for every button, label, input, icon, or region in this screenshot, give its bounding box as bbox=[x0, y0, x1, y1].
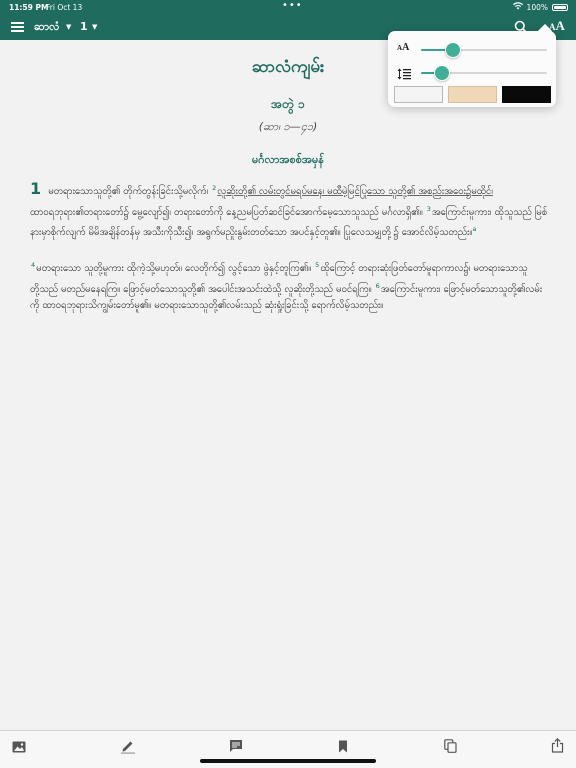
menu-icon[interactable] bbox=[11, 22, 24, 32]
share-icon[interactable] bbox=[551, 737, 567, 754]
battery-icon bbox=[552, 3, 568, 11]
section-heading: မင်္ဂလာအစစ်အမှန် bbox=[252, 153, 324, 166]
note-icon[interactable] bbox=[229, 738, 245, 754]
verse-4[interactable]: မတရားသော သူတို့မူကား ထိုကဲ့သို့မဟုတ်။ လေ… bbox=[36, 263, 311, 274]
verse-2[interactable]: ထာဝရဘုရား၏တရားတော်၌ မွေ့လျော်၍၊ တရားတော်… bbox=[30, 207, 423, 218]
verse-2-highlighted[interactable]: လူဆိုးတို့၏ လမ်းတွင်မရပ်မနေ၊ မထီမဲ့မြင်ပ… bbox=[217, 186, 493, 197]
chapter-reference: (ဆာ၊ ၁—၄၁) bbox=[258, 120, 318, 133]
status-right: 100% bbox=[512, 2, 568, 12]
status-date: Fri Oct 13 bbox=[46, 3, 83, 12]
verse-number: 5 bbox=[315, 261, 320, 269]
home-indicator[interactable] bbox=[200, 759, 376, 763]
image-icon[interactable] bbox=[12, 738, 28, 754]
multitasking-dots-icon[interactable]: ••• bbox=[282, 0, 303, 11]
book-caret-icon[interactable]: ▼ bbox=[66, 23, 71, 31]
text-settings-large-a: A bbox=[555, 18, 565, 33]
paragraph-2: 4မတရားသော သူတို့မူကား ထိုကဲ့သို့မဟုတ်။ လ… bbox=[30, 257, 548, 315]
battery-percent: 100% bbox=[526, 2, 548, 12]
chapter-title: အတွဲ ၁ bbox=[271, 97, 305, 111]
bookmark-icon[interactable] bbox=[338, 738, 354, 754]
pencil-icon[interactable] bbox=[120, 738, 136, 754]
paragraph-1: 1 မတရားသောသူတို့၏ တိုက်တွန်းခြင်းသို့မလိ… bbox=[30, 180, 548, 242]
footnote-marker[interactable]: a bbox=[472, 225, 476, 233]
verse-number: 4 bbox=[31, 261, 36, 269]
verse-number: 3 bbox=[426, 204, 431, 213]
reading-pane: ဆာလံကျမ်း အတွဲ ၁ (ဆာ၊ ၁—၄၁) မင်္ဂလာအစစ်အ… bbox=[0, 40, 576, 730]
chapter-caret-icon[interactable]: ▼ bbox=[92, 23, 97, 31]
chapter-selector[interactable]: 1 bbox=[80, 20, 88, 33]
book-title: ဆာလံကျမ်း bbox=[251, 57, 325, 77]
chapter-number: 1 bbox=[30, 179, 42, 199]
wifi-icon bbox=[512, 2, 523, 12]
verse-number: 6 bbox=[375, 281, 380, 290]
verse-1[interactable]: မတရားသောသူတို့၏ တိုက်တွန်းခြင်းသို့မလိုက… bbox=[48, 186, 208, 197]
status-time: 11:59 PM bbox=[9, 3, 49, 12]
status-bar: 11:59 PM Fri Oct 13 ••• 100% bbox=[0, 0, 576, 14]
book-selector[interactable]: ဆာလံ bbox=[34, 20, 59, 36]
verse-number: 2 bbox=[212, 184, 217, 192]
copy-icon[interactable] bbox=[444, 738, 460, 754]
